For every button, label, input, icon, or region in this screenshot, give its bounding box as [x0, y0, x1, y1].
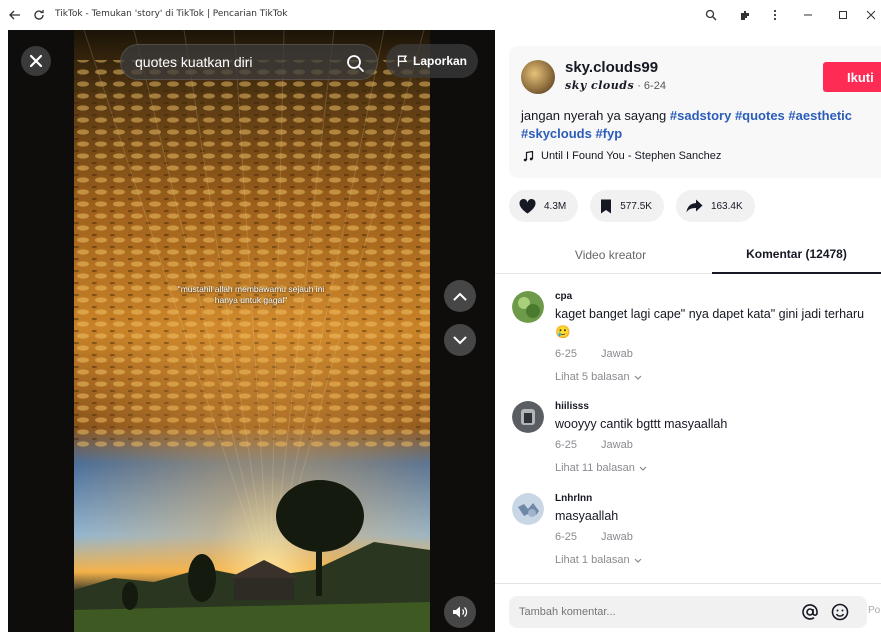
music-note-icon — [523, 150, 534, 161]
hashtag-link[interactable]: #aesthetic — [788, 108, 852, 123]
next-video-button[interactable] — [444, 324, 476, 356]
hashtag-link[interactable]: #quotes — [735, 108, 785, 123]
post-date: · 6-24 — [634, 80, 666, 92]
window-titlebar: TikTok - Temukan 'story' di TikTok | Pen… — [0, 0, 881, 30]
view-replies-label: Lihat 1 balasan — [555, 554, 630, 566]
tab-creator-videos[interactable]: Video kreator — [509, 236, 712, 274]
chevron-down-icon — [634, 558, 642, 563]
search-input[interactable] — [135, 54, 335, 70]
creator-avatar[interactable] — [521, 60, 555, 94]
emoji-icon[interactable] — [831, 603, 849, 621]
close-window-icon[interactable] — [862, 6, 880, 24]
video-frame[interactable] — [74, 30, 430, 632]
comment-date: 6-25 — [555, 531, 578, 543]
commenter-avatar[interactable] — [512, 291, 544, 323]
hashtag-link[interactable]: #fyp — [595, 126, 622, 141]
view-replies-link[interactable]: Lihat 1 balasan — [555, 554, 642, 566]
comment-meta: 6-25 Jawab — [555, 439, 633, 451]
comment-meta: 6-25 Jawab — [555, 348, 633, 360]
close-player-button[interactable] — [21, 46, 51, 76]
details-panel: sky.clouds99 sky clouds · 6-24 Ikuti jan… — [495, 30, 881, 632]
comment-item: hiilisss wooyyy cantik bgttt masyaallah … — [512, 401, 872, 481]
comment-text: wooyyy cantik bgttt masyaallah — [555, 417, 728, 431]
mention-icon[interactable] — [801, 603, 819, 621]
save-count: 577.5K — [620, 200, 652, 212]
comment-input-wrap[interactable] — [509, 596, 867, 628]
comment-username[interactable]: hiilisss — [555, 401, 589, 412]
post-comment-button[interactable]: Po — [868, 605, 880, 616]
share-button[interactable]: 163.4K — [675, 190, 755, 222]
comment-username[interactable]: Lnhrlnn — [555, 493, 592, 504]
comment-text: masyaallah — [555, 509, 619, 523]
report-button[interactable]: Laporkan — [386, 44, 478, 78]
follow-button[interactable]: Ikuti — [823, 62, 881, 92]
save-button[interactable]: 577.5K — [590, 190, 664, 222]
bookmark-icon — [601, 199, 612, 213]
comment-text: kaget banget lagi cape" nya dapet kata" … — [555, 307, 865, 339]
caption-line: hanya untuk gagal" — [214, 295, 288, 305]
previous-video-button[interactable] — [444, 280, 476, 312]
like-button[interactable]: 4.3M — [509, 190, 579, 222]
comment-composer: Po — [495, 583, 881, 632]
reload-icon[interactable] — [30, 6, 48, 24]
extensions-icon[interactable] — [736, 6, 754, 24]
tab-bar: Video kreator Komentar (12478) — [495, 236, 881, 274]
comment-date: 6-25 — [555, 348, 578, 360]
description-text: jangan nyerah ya sayang — [521, 108, 670, 123]
reply-button[interactable]: Jawab — [601, 531, 633, 543]
comment-date: 6-25 — [555, 439, 578, 451]
comment-item: Lnhrlnn masyaallah 6-25 Jawab Lihat 1 ba… — [512, 493, 872, 573]
share-count: 163.4K — [710, 200, 743, 212]
close-icon — [29, 54, 43, 68]
video-sky-image — [74, 30, 430, 632]
share-arrow-icon — [686, 199, 703, 213]
maximize-icon[interactable] — [834, 6, 852, 24]
creator-nickname-line: sky clouds · 6-24 — [565, 79, 666, 92]
zoom-icon[interactable] — [702, 6, 720, 24]
action-bar: 4.3M 577.5K 163.4K — [509, 190, 755, 222]
view-replies-link[interactable]: Lihat 11 balasan — [555, 462, 647, 474]
music-link[interactable]: Until I Found You - Stephen Sanchez — [523, 150, 721, 162]
back-arrow-icon[interactable] — [6, 6, 24, 24]
volume-icon — [453, 606, 468, 618]
chevron-up-icon — [453, 292, 467, 300]
report-label: Laporkan — [412, 54, 467, 68]
search-icon — [347, 55, 364, 72]
post-description: jangan nyerah ya sayang #sadstory #quote… — [521, 107, 881, 143]
like-count: 4.3M — [544, 200, 567, 212]
minimize-icon[interactable] — [799, 6, 817, 24]
caption-line: "mustahil allah membawamu sejauh ini — [177, 284, 325, 294]
menu-dots-icon[interactable] — [766, 6, 784, 24]
commenter-avatar[interactable] — [512, 493, 544, 525]
volume-button[interactable] — [444, 596, 476, 628]
chevron-down-icon — [639, 466, 647, 471]
comment-meta: 6-25 Jawab — [555, 531, 633, 543]
comment-item: cpa kaget banget lagi cape" nya dapet ka… — [512, 291, 872, 391]
window-title: TikTok - Temukan 'story' di TikTok | Pen… — [55, 9, 288, 19]
video-caption-overlay: "mustahil allah membawamu sejauh ini han… — [141, 284, 361, 306]
creator-username[interactable]: sky.clouds99 — [565, 59, 658, 76]
flag-icon — [397, 55, 408, 67]
commenter-avatar[interactable] — [512, 401, 544, 433]
music-title: Until I Found You - Stephen Sanchez — [541, 150, 722, 162]
hashtag-link[interactable]: #sadstory — [670, 108, 731, 123]
view-replies-label: Lihat 11 balasan — [555, 462, 635, 474]
comment-input[interactable] — [519, 606, 789, 618]
reply-button[interactable]: Jawab — [601, 439, 633, 451]
view-replies-label: Lihat 5 balasan — [555, 371, 630, 383]
post-info-card: sky.clouds99 sky clouds · 6-24 Ikuti jan… — [509, 46, 881, 178]
chevron-down-icon — [453, 336, 467, 344]
heart-icon — [519, 198, 536, 213]
tab-comments[interactable]: Komentar (12478) — [712, 236, 881, 274]
creator-nickname: sky clouds — [565, 79, 635, 92]
search-button[interactable] — [345, 53, 365, 73]
reply-button[interactable]: Jawab — [601, 348, 633, 360]
video-player[interactable]: Laporkan "mustahil allah membawamu sejau… — [8, 30, 495, 632]
chevron-down-icon — [634, 375, 642, 380]
hashtag-link[interactable]: #skyclouds — [521, 126, 592, 141]
view-replies-link[interactable]: Lihat 5 balasan — [555, 371, 642, 383]
comment-username[interactable]: cpa — [555, 291, 572, 302]
search-bar[interactable] — [120, 44, 378, 80]
